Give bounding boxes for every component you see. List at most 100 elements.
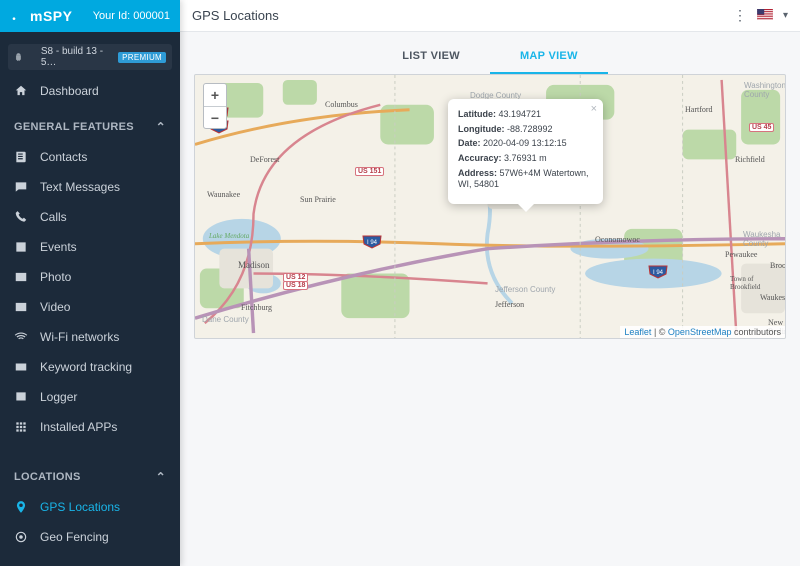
label-washington-county: Washington County (744, 81, 786, 99)
nav-video[interactable]: Video (0, 292, 180, 322)
map[interactable]: Madison Fitchburg DeForest Sun Prairie W… (194, 74, 786, 339)
nav-wifi[interactable]: Wi-Fi networks (0, 322, 180, 352)
messages-icon (14, 180, 28, 194)
nav-geofencing-label: Geo Fencing (40, 530, 109, 544)
nav-calls-label: Calls (40, 210, 67, 224)
shield-i94b: I 94 (648, 265, 668, 279)
android-icon (14, 51, 23, 63)
premium-badge: PREMIUM (118, 52, 166, 63)
nav-dashboard[interactable]: Dashboard (0, 76, 180, 106)
popup-addr-label: Address: (458, 168, 497, 178)
tab-list-view[interactable]: LIST VIEW (372, 40, 490, 74)
topbar: GPS Locations ⋮ ▾ (180, 0, 800, 32)
calendar-icon (14, 240, 28, 254)
label-jefferson: Jefferson (495, 300, 524, 309)
label-brookfield: Brookfield (770, 261, 786, 270)
apps-icon (14, 420, 28, 434)
video-icon (14, 300, 28, 314)
nav-section-locations-label: LOCATIONS (14, 471, 81, 483)
popup-date-value: 2020-04-09 13:12:15 (483, 138, 567, 148)
shield-us18: US 18 (283, 281, 308, 290)
flag-us-icon[interactable] (757, 7, 773, 25)
attr-tail: contributors (731, 327, 781, 337)
label-town-brookfield: Town of Brookfield (730, 275, 785, 291)
nav-events[interactable]: Events (0, 232, 180, 262)
shield-us151: US 151 (355, 167, 384, 176)
caret-down-icon[interactable]: ▾ (783, 10, 788, 21)
nav-calls[interactable]: Calls (0, 202, 180, 232)
device-selector[interactable]: S8 - build 13 - 5… PREMIUM (8, 44, 172, 70)
nav: Dashboard GENERAL FEATURES ⌃ Contacts Te… (0, 76, 180, 566)
nav-geofencing[interactable]: Geo Fencing (0, 522, 180, 552)
nav-apps[interactable]: Installed APPs (0, 412, 180, 442)
page-title: GPS Locations (192, 8, 279, 23)
target-icon (14, 530, 28, 544)
user-id: Your Id: 000001 (93, 10, 170, 22)
popup-lat-label: Latitude: (458, 109, 496, 119)
close-icon[interactable]: × (591, 103, 597, 115)
brand-logo[interactable]: mSPY (10, 8, 72, 24)
nav-dashboard-label: Dashboard (40, 84, 99, 98)
nav-events-label: Events (40, 240, 77, 254)
label-madison: Madison (238, 260, 270, 270)
label-deforest: DeForest (250, 155, 279, 164)
home-icon (14, 84, 28, 98)
contacts-icon (14, 150, 28, 164)
osm-link[interactable]: OpenStreetMap (668, 327, 732, 337)
label-columbus: Columbus (325, 100, 358, 109)
popup-lat-value: 43.194721 (499, 109, 542, 119)
popup-date-label: Date: (458, 138, 481, 148)
shield-us45: US 45 (749, 123, 774, 132)
nav-contacts[interactable]: Contacts (0, 142, 180, 172)
nav-apps-label: Installed APPs (40, 420, 117, 434)
label-waukesha: Waukesha (760, 293, 786, 302)
tab-map-view[interactable]: MAP VIEW (490, 40, 608, 74)
label-oconomowoc: Oconomowoc (595, 235, 640, 244)
content: LIST VIEW MAP VIEW (180, 32, 800, 359)
nav-gps-label: GPS Locations (40, 500, 120, 514)
user-id-label: Your Id: (93, 10, 131, 22)
nav-keyword-label: Keyword tracking (40, 360, 132, 374)
more-icon[interactable]: ⋮ (733, 7, 747, 24)
map-attribution: Leaflet | © OpenStreetMap contributors (620, 326, 785, 338)
label-jefferson-county: Jefferson County (495, 285, 555, 294)
popup-acc-value: 3.76931 m (504, 153, 547, 163)
label-sunprairie: Sun Prairie (300, 195, 336, 204)
nav-section-locations[interactable]: LOCATIONS ⌃ (0, 462, 180, 492)
phone-icon (14, 210, 28, 224)
popup-lon-label: Longitude: (458, 124, 505, 134)
nav-logger[interactable]: Logger (0, 382, 180, 412)
label-pewaukee: Pewaukee (725, 250, 757, 259)
nav-text-messages-label: Text Messages (40, 180, 120, 194)
keyboard-icon (14, 360, 28, 374)
nav-text-messages[interactable]: Text Messages (0, 172, 180, 202)
zoom-in-button[interactable]: + (204, 84, 226, 106)
nav-keyword[interactable]: Keyword tracking (0, 352, 180, 382)
leaflet-link[interactable]: Leaflet (624, 327, 651, 337)
popup-lon-value: -88.728992 (507, 124, 553, 134)
attr-sep: | © (651, 327, 667, 337)
chevron-up-icon: ⌃ (156, 470, 166, 484)
zoom-out-button[interactable]: − (204, 106, 226, 128)
label-lakemendota: Lake Mendota (209, 232, 249, 240)
brand-prefix: m (30, 8, 43, 24)
svg-text:I 94: I 94 (653, 270, 664, 276)
wifi-icon (14, 330, 28, 344)
svg-text:I 94: I 94 (367, 240, 378, 246)
nav-section-general[interactable]: GENERAL FEATURES ⌃ (0, 112, 180, 142)
label-fitchburg: Fitchburg (241, 303, 272, 312)
label-richfield: Richfield (735, 155, 765, 164)
logo-icon (10, 8, 26, 24)
nav-section-general-label: GENERAL FEATURES (14, 121, 134, 133)
shield-i94a: I 94 (362, 235, 382, 249)
device-name: S8 - build 13 - 5… (41, 46, 112, 68)
label-dane-county: Dane County (202, 315, 249, 324)
nav-gps[interactable]: GPS Locations (0, 492, 180, 522)
chevron-up-icon: ⌃ (156, 120, 166, 134)
label-waukesha-county: Waukesha County (743, 230, 785, 248)
label-waunakee: Waunakee (207, 190, 240, 199)
main: GPS Locations ⋮ ▾ LIST VIEW MAP VIEW (180, 0, 800, 566)
nav-photo-label: Photo (40, 270, 71, 284)
nav-photo[interactable]: Photo (0, 262, 180, 292)
tabs: LIST VIEW MAP VIEW (194, 40, 786, 74)
